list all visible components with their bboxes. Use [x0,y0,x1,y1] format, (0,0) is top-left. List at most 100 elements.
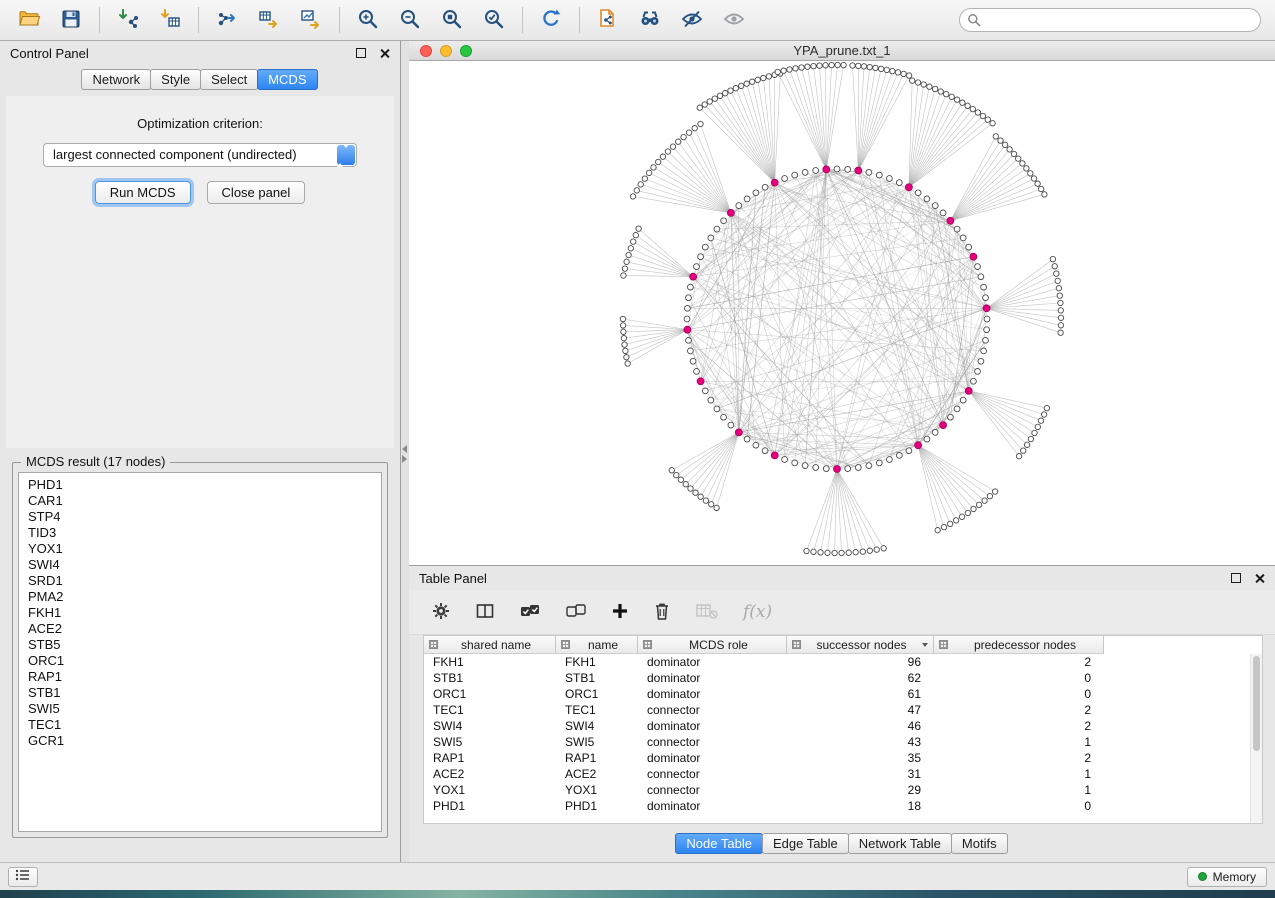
table-row[interactable]: RAP1RAP1dominator352 [424,750,1262,766]
create-column-button[interactable] [611,602,629,623]
mcds-result-item[interactable]: CAR1 [19,493,381,509]
table-tab-motifs[interactable]: Motifs [951,833,1008,854]
clone-network-button[interactable] [587,3,629,37]
function-builder-button[interactable]: f(x) [743,602,772,622]
control-tab-network[interactable]: Network [81,69,151,90]
table-row[interactable]: SWI4SWI4dominator462 [424,718,1262,734]
table-cell: PHD1 [424,798,556,814]
table-cell: STB1 [424,670,556,686]
collapse-right-icon[interactable] [402,455,407,463]
mcds-result-item[interactable]: STP4 [19,509,381,525]
mcds-result-item[interactable]: SWI4 [19,557,381,573]
zoom-selected-button[interactable] [473,3,515,37]
refresh-layout-button[interactable] [530,3,572,37]
run-mcds-button[interactable]: Run MCDS [95,181,191,204]
desktop-wallpaper-strip [0,890,1275,898]
mcds-result-item[interactable]: YOX1 [19,541,381,557]
column-header-mcds-role[interactable]: MCDS role [638,636,787,654]
column-header-successor-nodes[interactable]: successor nodes [787,636,934,654]
close-panel-icon[interactable] [379,48,390,59]
memory-button[interactable]: Memory [1187,867,1267,887]
control-tab-select[interactable]: Select [200,69,258,90]
column-grid-icon [561,640,570,649]
table-row[interactable]: PHD1PHD1dominator180 [424,798,1262,814]
right-pane: YPA_prune.txt_1 Table Panel [409,41,1275,862]
mcds-result-item[interactable]: STB1 [19,685,381,701]
close-table-panel-icon[interactable] [1254,573,1265,584]
status-bar: Memory [0,862,1275,890]
deselect-all-button[interactable] [565,602,587,623]
mcds-result-item[interactable]: PHD1 [19,477,381,493]
select-stepper-icon [337,145,355,165]
open-session-button[interactable] [8,3,50,37]
table-row[interactable]: YOX1YOX1connector291 [424,782,1262,798]
column-label: successor nodes [805,638,918,652]
mcds-result-item[interactable]: SRD1 [19,573,381,589]
network-titlebar[interactable]: YPA_prune.txt_1 [409,41,1275,61]
table-tab-edge-table[interactable]: Edge Table [762,833,849,854]
delete-table-button[interactable] [695,602,719,623]
table-row[interactable]: TEC1TEC1connector472 [424,702,1262,718]
column-header-shared-name[interactable]: shared name [424,636,556,654]
node-table: shared namenameMCDS role successor nodes p… [423,635,1263,824]
first-neighbors-button[interactable] [629,3,671,37]
table-settings-button[interactable] [431,601,451,624]
collapse-left-icon[interactable] [402,445,407,453]
mcds-result-item[interactable]: TEC1 [19,717,381,733]
document-share-icon [596,7,620,34]
mcds-result-item[interactable]: SWI5 [19,701,381,717]
close-window-icon[interactable] [420,45,432,57]
mcds-result-item[interactable]: TID3 [19,525,381,541]
task-history-button[interactable] [8,867,38,887]
import-table-button[interactable] [149,3,191,37]
table-cell: connector [638,782,787,798]
search-input[interactable] [959,8,1261,32]
zoom-fit-icon [440,7,464,34]
table-row[interactable]: ACE2ACE2connector311 [424,766,1262,782]
zoom-out-button[interactable] [389,3,431,37]
export-network-button[interactable] [206,3,248,37]
network-canvas[interactable] [409,61,1275,565]
minimize-window-icon[interactable] [440,45,452,57]
table-row[interactable]: STB1STB1dominator620 [424,670,1262,686]
export-table-button[interactable] [248,3,290,37]
close-panel-button[interactable]: Close panel [207,181,306,204]
float-table-panel-icon[interactable] [1231,573,1241,583]
vertical-scrollbar[interactable] [1250,654,1262,823]
mcds-result-item[interactable]: RAP1 [19,669,381,685]
mcds-result-item[interactable]: GCR1 [19,733,381,749]
criterion-select[interactable]: largest connected component (undirected) [43,143,357,167]
zoom-window-icon[interactable] [460,45,472,57]
table-tab-network-table[interactable]: Network Table [848,833,952,854]
zoom-fit-button[interactable] [431,3,473,37]
import-network-button[interactable] [107,3,149,37]
table-cell: 35 [787,750,934,766]
zoom-in-button[interactable] [347,3,389,37]
select-all-button[interactable] [519,602,541,623]
mcds-result-item[interactable]: STB5 [19,637,381,653]
toggle-details-button[interactable] [671,3,713,37]
mcds-result-item[interactable]: FKH1 [19,605,381,621]
table-row[interactable]: SWI5SWI5connector431 [424,734,1262,750]
splitter-collapse-icons[interactable] [402,443,407,465]
table-row[interactable]: FKH1FKH1dominator962 [424,654,1262,670]
table-row[interactable]: ORC1ORC1dominator610 [424,686,1262,702]
scrollbar-thumb[interactable] [1253,656,1260,751]
float-panel-icon[interactable] [356,48,366,58]
mcds-result-item[interactable]: PMA2 [19,589,381,605]
column-header-name[interactable]: name [556,636,638,654]
column-header-predecessor-nodes[interactable]: predecessor nodes [934,636,1104,654]
show-hide-button[interactable] [713,3,755,37]
control-tab-style[interactable]: Style [150,69,201,90]
delete-column-button[interactable] [653,601,671,624]
panel-splitter[interactable] [401,41,409,862]
table-tab-node-table[interactable]: Node Table [675,833,763,854]
export-image-button[interactable] [290,3,332,37]
table-cell: YOX1 [556,782,638,798]
table-cell: SWI4 [556,718,638,734]
mcds-result-item[interactable]: ORC1 [19,653,381,669]
show-columns-button[interactable] [475,601,495,624]
mcds-result-item[interactable]: ACE2 [19,621,381,637]
control-tab-mcds[interactable]: MCDS [257,69,317,90]
save-session-button[interactable] [50,3,92,37]
